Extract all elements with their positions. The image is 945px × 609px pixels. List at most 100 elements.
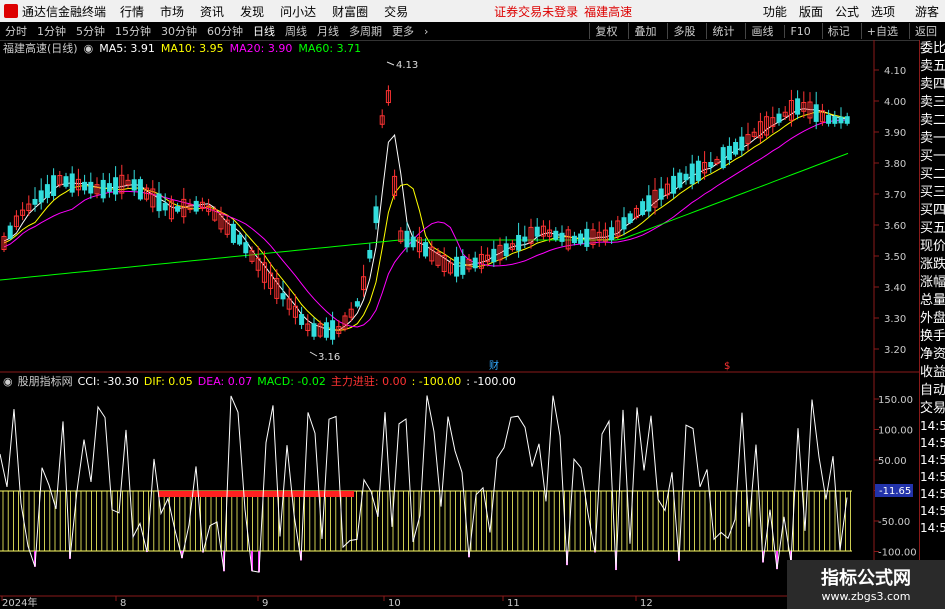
- candle-body: [113, 177, 119, 195]
- tab-period-1min[interactable]: 1分钟: [35, 23, 68, 39]
- sidebar-item-26[interactable]: 14:56: [920, 503, 945, 520]
- tab-period-5min[interactable]: 5分钟: [74, 23, 107, 39]
- sidebar-item-8[interactable]: 买三: [920, 184, 945, 202]
- menu-quotes[interactable]: 行情: [120, 3, 144, 20]
- cci-line: [0, 395, 848, 573]
- menu-guest[interactable]: 游客: [915, 3, 939, 20]
- candle-body: [627, 213, 633, 223]
- sidebar-item-20[interactable]: 交易: [920, 400, 945, 418]
- candle-body: [497, 244, 503, 261]
- candle-body: [435, 251, 441, 266]
- sidebar-item-11[interactable]: 现价: [920, 238, 945, 256]
- menu-layout[interactable]: 版面: [799, 3, 823, 20]
- candle-body: [528, 226, 534, 244]
- tab-period-multi[interactable]: 多周期: [347, 23, 384, 39]
- sidebar-item-4[interactable]: 卖二: [920, 112, 945, 130]
- tab-period-more[interactable]: 更多: [390, 23, 416, 39]
- candle-body: [733, 142, 739, 155]
- menu-wealth[interactable]: 财富圈: [332, 3, 368, 20]
- menu-options[interactable]: 选项: [871, 3, 895, 20]
- sidebar-item-5[interactable]: 卖一: [920, 130, 945, 148]
- indicator-name[interactable]: 股朋指标网: [18, 373, 73, 389]
- sidebar-item-23[interactable]: 14:56: [920, 452, 945, 469]
- candle-body: [416, 237, 422, 253]
- finance-marker[interactable]: 财: [489, 359, 499, 372]
- y-tick-label: 3.40: [884, 283, 906, 294]
- restore-rights-button[interactable]: 复权: [589, 23, 622, 39]
- draw-line-button[interactable]: 画线: [745, 23, 778, 39]
- sidebar-item-14[interactable]: 总量: [920, 292, 945, 310]
- back-button[interactable]: 返回: [909, 23, 942, 39]
- sidebar-item-19[interactable]: 自动: [920, 382, 945, 400]
- ind-y-tick-label: 50.00: [878, 456, 907, 467]
- sidebar-item-27[interactable]: 14:56: [920, 520, 945, 537]
- sidebar-item-21[interactable]: 14:56: [920, 418, 945, 435]
- chevron-right-icon[interactable]: ›: [422, 25, 430, 38]
- menu-ask[interactable]: 问小达: [280, 3, 316, 20]
- sidebar-item-7[interactable]: 买二: [920, 166, 945, 184]
- candle-body: [770, 117, 776, 127]
- menu-formula[interactable]: 公式: [835, 3, 859, 20]
- sidebar-item-3[interactable]: 卖三: [920, 94, 945, 112]
- tab-period-daily[interactable]: 日线: [251, 23, 277, 39]
- ma20-label: MA20: 3.90: [229, 41, 293, 55]
- statistics-button[interactable]: 统计: [706, 23, 739, 39]
- menu-market[interactable]: 市场: [160, 3, 184, 20]
- candle-body: [88, 181, 94, 194]
- candle-body: [640, 201, 646, 215]
- candle-body: [466, 258, 472, 270]
- tab-period-timeshare[interactable]: 分时: [3, 23, 29, 39]
- tab-period-60min[interactable]: 60分钟: [205, 23, 245, 39]
- menu-trade[interactable]: 交易: [384, 3, 408, 20]
- f10-button[interactable]: F10: [784, 24, 815, 38]
- candle-body: [32, 198, 38, 205]
- settings-icon[interactable]: ◉: [84, 42, 94, 55]
- candle-body: [348, 308, 354, 318]
- sidebar-item-1[interactable]: 卖五: [920, 58, 945, 76]
- chart-title: 福建高速(日线): [3, 42, 78, 55]
- sidebar-item-24[interactable]: 14:56: [920, 469, 945, 486]
- kline-chart: 4.10 4.00 3.90 3.80 3.70 3.60 3.50 3.40 3.30 3.20…: [0, 40, 919, 609]
- current-value-box: [875, 484, 913, 497]
- mark-button[interactable]: 标记: [821, 23, 855, 39]
- sidebar-item-17[interactable]: 净资: [920, 346, 945, 364]
- candle-body: [423, 242, 429, 257]
- dif-label: DIF: 0.05: [143, 374, 193, 388]
- tab-period-15min[interactable]: 15分钟: [113, 23, 153, 39]
- sidebar-item-2[interactable]: 卖四: [920, 76, 945, 94]
- tab-period-monthly[interactable]: 月线: [315, 23, 341, 39]
- tab-period-weekly[interactable]: 周线: [283, 23, 309, 39]
- menu-news[interactable]: 资讯: [200, 3, 224, 20]
- app-logo-icon: [4, 4, 18, 18]
- add-watchlist-button[interactable]: +自选: [860, 23, 903, 39]
- tab-period-30min[interactable]: 30分钟: [159, 23, 199, 39]
- overlay-button[interactable]: 叠加: [628, 23, 661, 39]
- candle-body: [82, 181, 88, 191]
- sidebar-item-6[interactable]: 买一: [920, 148, 945, 166]
- sidebar-item-25[interactable]: 14:56: [920, 486, 945, 503]
- sidebar-item-22[interactable]: 14:56: [920, 435, 945, 452]
- sidebar-item-10[interactable]: 买五: [920, 220, 945, 238]
- sidebar-item-16[interactable]: 换手: [920, 328, 945, 346]
- candle-body: [311, 323, 317, 337]
- sidebar-item-9[interactable]: 买四: [920, 202, 945, 220]
- menu-discover[interactable]: 发现: [240, 3, 264, 20]
- settings-icon[interactable]: ◉: [3, 375, 13, 388]
- multi-stock-button[interactable]: 多股: [667, 23, 700, 39]
- y-tick-label: 3.90: [884, 128, 906, 139]
- low-pointer: [309, 351, 318, 357]
- candle-body: [199, 201, 205, 209]
- candle-body: [702, 162, 708, 174]
- menu-function[interactable]: 功能: [763, 3, 787, 20]
- candle-body: [44, 184, 50, 198]
- cci-label: CCI: -30.30: [77, 374, 139, 388]
- sidebar-item-18[interactable]: 收益: [920, 364, 945, 382]
- candle-body: [392, 175, 398, 197]
- y-tick-label: 4.10: [884, 66, 906, 77]
- login-notice[interactable]: 证券交易未登录: [494, 3, 578, 20]
- sidebar-item-15[interactable]: 外盘: [920, 310, 945, 328]
- sidebar-item-13[interactable]: 涨幅: [920, 274, 945, 292]
- sidebar-item-0[interactable]: 委比: [920, 40, 945, 58]
- dividend-marker[interactable]: $: [724, 361, 730, 372]
- sidebar-item-12[interactable]: 涨跌: [920, 256, 945, 274]
